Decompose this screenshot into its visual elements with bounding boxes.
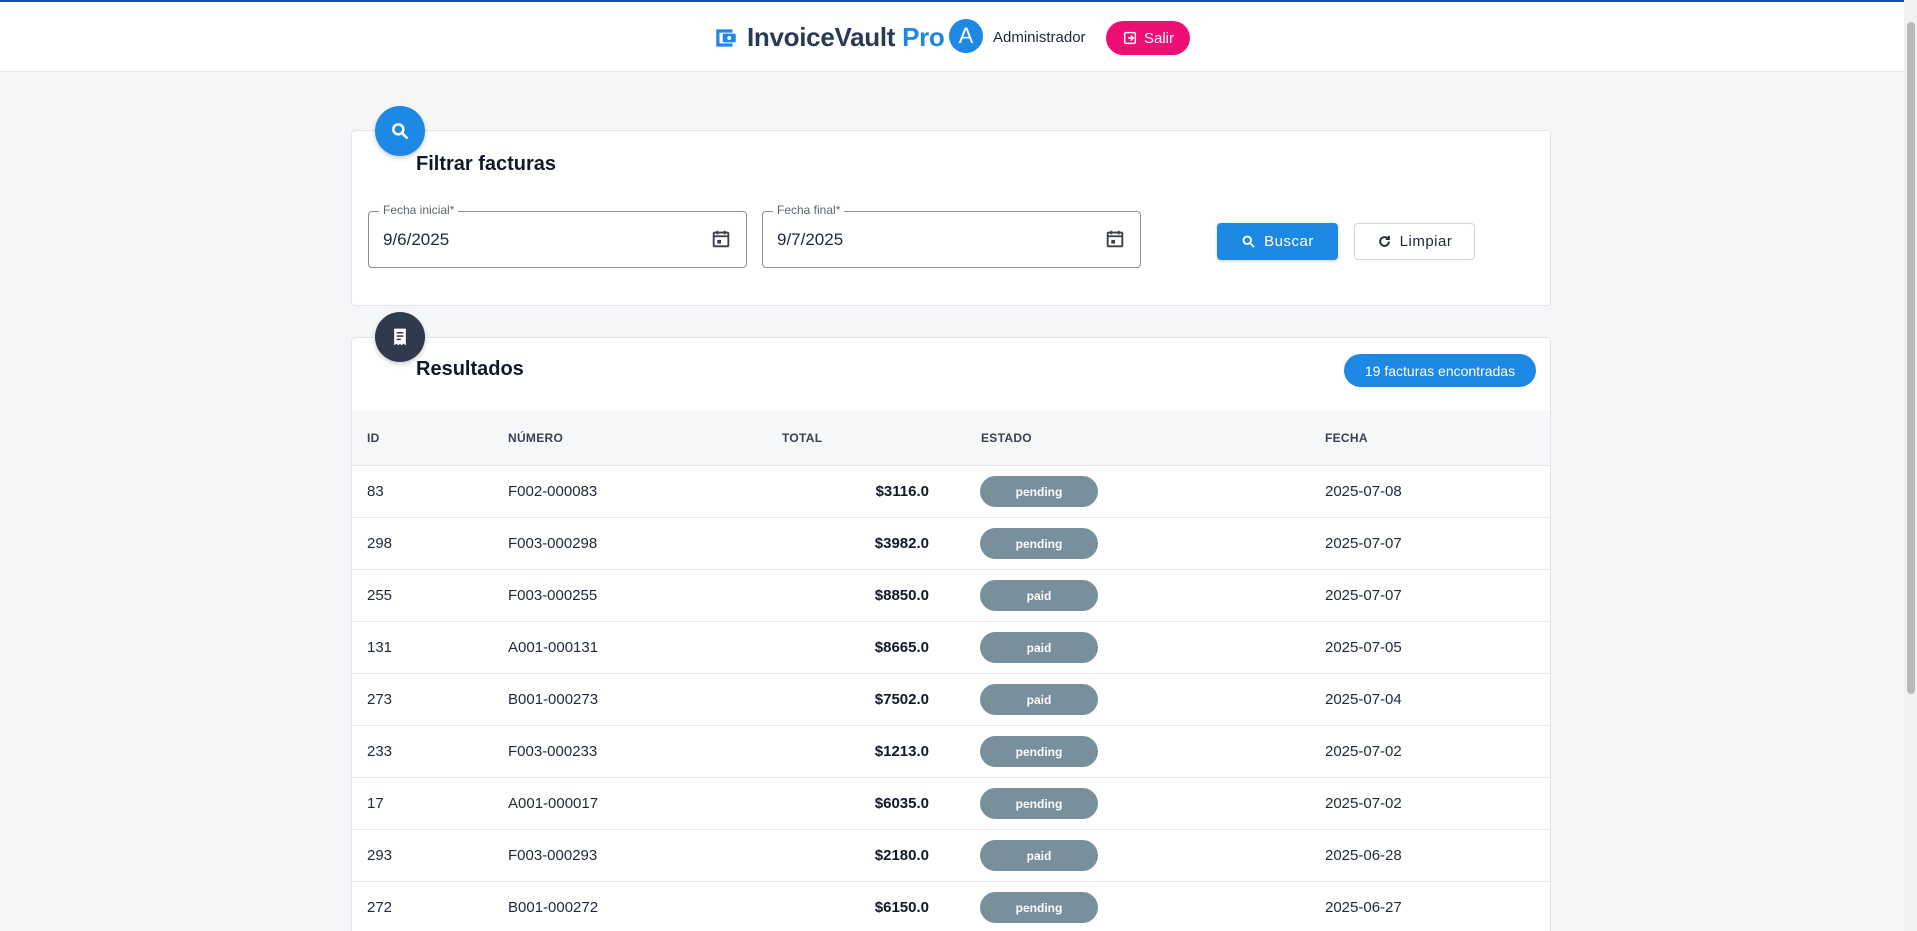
column-header-number[interactable]: NÚMERO — [508, 431, 563, 445]
cell-date: 2025-07-04 — [1325, 691, 1402, 708]
cell-number: F003-000233 — [508, 743, 598, 760]
cell-total: $8850.0 — [874, 587, 929, 604]
search-icon — [1242, 235, 1255, 248]
clear-button-label: Limpiar — [1399, 233, 1453, 250]
start-date-label: Fecha inicial* — [379, 203, 459, 217]
column-header-status[interactable]: ESTADO — [981, 431, 1032, 445]
end-date-value[interactable]: 9/7/2025 — [777, 230, 843, 250]
cell-number: F003-000298 — [508, 535, 598, 552]
table-header: ID NÚMERO TOTAL ESTADO FECHA — [352, 410, 1550, 466]
cell-id: 298 — [367, 535, 393, 552]
end-date-field[interactable]: Fecha final* 9/7/2025 — [762, 203, 1141, 268]
filter-card: Filtrar facturas Fecha inicial* 9/6/2025… — [351, 130, 1551, 306]
required-mark: * — [449, 203, 455, 217]
status-badge: pending — [980, 788, 1098, 819]
cell-id: 131 — [367, 639, 393, 656]
cell-number: F003-000255 — [508, 587, 598, 604]
start-date-value[interactable]: 9/6/2025 — [383, 230, 449, 250]
refresh-icon — [1378, 235, 1390, 247]
end-date-label: Fecha final* — [773, 203, 845, 217]
avatar[interactable]: A — [949, 19, 983, 53]
table-row[interactable]: 83 F002-000083 $3116.0 pending 2025-07-08 — [352, 466, 1550, 518]
wallet-icon — [716, 28, 736, 47]
cell-date: 2025-07-02 — [1325, 795, 1402, 812]
start-date-field[interactable]: Fecha inicial* 9/6/2025 — [368, 203, 747, 268]
cell-id: 83 — [367, 483, 384, 500]
status-badge: paid — [980, 632, 1098, 663]
status-badge: pending — [980, 528, 1098, 559]
cell-date: 2025-07-07 — [1325, 535, 1402, 552]
cell-total: $3116.0 — [875, 483, 929, 500]
cell-total: $1213.0 — [874, 743, 929, 760]
cell-total: $3982.0 — [874, 535, 929, 552]
cell-id: 272 — [367, 899, 393, 916]
app-header: InvoiceVault Pro A Administrador Salir — [0, 2, 1904, 72]
cell-total: $6150.0 — [874, 899, 929, 916]
table-row[interactable]: 17 A001-000017 $6035.0 pending 2025-07-02 — [352, 778, 1550, 830]
status-badge: pending — [980, 476, 1098, 507]
cell-id: 255 — [367, 587, 393, 604]
calendar-icon[interactable] — [1104, 228, 1126, 250]
cell-date: 2025-06-27 — [1325, 899, 1402, 916]
cell-number: F003-000293 — [508, 847, 598, 864]
status-badge: pending — [980, 892, 1098, 923]
cell-total: $6035.0 — [874, 795, 929, 812]
cell-id: 293 — [367, 847, 393, 864]
cell-number: A001-000131 — [508, 639, 599, 656]
receipt-icon — [375, 312, 425, 362]
cell-total: $2180.0 — [874, 847, 929, 864]
status-badge: paid — [980, 580, 1098, 611]
table-row[interactable]: 298 F003-000298 $3982.0 pending 2025-07-07 — [352, 518, 1550, 570]
clear-button[interactable]: Limpiar — [1354, 223, 1475, 260]
required-mark: * — [835, 203, 841, 217]
cell-date: 2025-07-02 — [1325, 743, 1402, 760]
column-header-id[interactable]: ID — [367, 431, 380, 445]
cell-id: 17 — [367, 795, 384, 812]
cell-total: $8665.0 — [874, 639, 929, 656]
logout-icon — [1123, 31, 1137, 45]
table-row[interactable]: 272 B001-000272 $6150.0 pending 2025-06-27 — [352, 882, 1550, 931]
search-button-label: Buscar — [1264, 233, 1314, 250]
status-badge: paid — [980, 840, 1098, 871]
cell-date: 2025-06-28 — [1325, 847, 1402, 864]
cell-date: 2025-07-08 — [1325, 483, 1402, 500]
table-row[interactable]: 255 F003-000255 $8850.0 paid 2025-07-07 — [352, 570, 1550, 622]
results-count-badge: 19 facturas encontradas — [1344, 354, 1536, 387]
status-badge: paid — [980, 684, 1098, 715]
search-button[interactable]: Buscar — [1217, 223, 1338, 260]
cell-number: B001-000272 — [508, 899, 599, 916]
logout-button[interactable]: Salir — [1106, 21, 1190, 55]
table-row[interactable]: 293 F003-000293 $2180.0 paid 2025-06-28 — [352, 830, 1550, 882]
column-header-total[interactable]: TOTAL — [782, 431, 822, 445]
brand-accent-text: Pro — [902, 22, 945, 52]
table-row[interactable]: 131 A001-000131 $8665.0 paid 2025-07-05 — [352, 622, 1550, 674]
logout-label: Salir — [1143, 29, 1174, 47]
cell-number: F002-000083 — [508, 483, 598, 500]
search-icon — [375, 106, 425, 156]
cell-id: 273 — [367, 691, 393, 708]
end-date-label-text: Fecha final — [777, 203, 836, 217]
brand-main-text: InvoiceVault — [747, 22, 896, 52]
table-row[interactable]: 233 F003-000233 $1213.0 pending 2025-07-02 — [352, 726, 1550, 778]
column-header-date[interactable]: FECHA — [1325, 431, 1368, 445]
brand-name: InvoiceVault Pro — [747, 22, 945, 53]
calendar-icon[interactable] — [710, 228, 732, 250]
results-card: Resultados 19 facturas encontradas ID NÚ… — [351, 337, 1551, 931]
cell-number: B001-000273 — [508, 691, 599, 708]
cell-date: 2025-07-07 — [1325, 587, 1402, 604]
cell-id: 233 — [367, 743, 393, 760]
user-name: Administrador — [993, 29, 1086, 46]
table-row[interactable]: 273 B001-000273 $7502.0 paid 2025-07-04 — [352, 674, 1550, 726]
start-date-label-text: Fecha inicial — [383, 203, 450, 217]
scrollbar-thumb[interactable] — [1907, 22, 1915, 694]
cell-date: 2025-07-05 — [1325, 639, 1402, 656]
cell-number: A001-000017 — [508, 795, 599, 812]
status-badge: pending — [980, 736, 1098, 767]
cell-total: $7502.0 — [874, 691, 929, 708]
results-title: Resultados — [416, 358, 524, 380]
brand-logo[interactable]: InvoiceVault Pro — [713, 22, 945, 53]
filter-title: Filtrar facturas — [416, 153, 557, 175]
